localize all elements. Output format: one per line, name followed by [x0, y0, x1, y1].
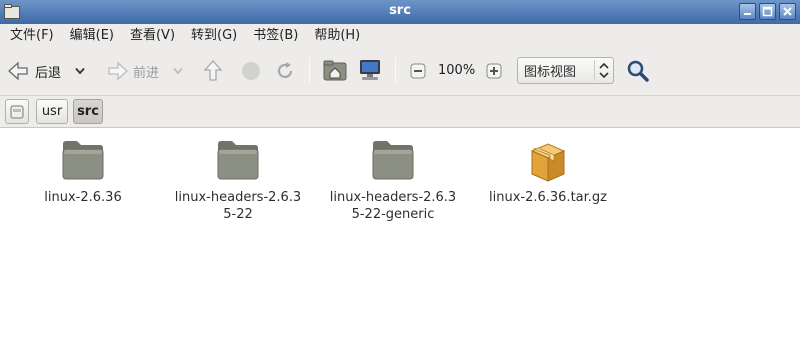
menu-view[interactable]: 查看(V)	[122, 24, 183, 47]
stop-icon	[242, 62, 260, 80]
up-button[interactable]	[202, 59, 224, 83]
edit-location-icon	[10, 105, 24, 118]
file-name: linux-headers-2.6.35-22	[174, 190, 302, 222]
menu-bar: 文件(F) 编辑(E) 查看(V) 转到(G) 书签(B) 帮助(H)	[0, 24, 800, 47]
zoom-out-button[interactable]	[410, 63, 426, 79]
maximize-icon	[762, 6, 773, 17]
archive-box-icon	[530, 143, 566, 182]
title-bar[interactable]: src	[0, 0, 800, 24]
stop-button[interactable]	[240, 60, 262, 82]
reload-icon	[277, 62, 293, 79]
breadcrumb-usr[interactable]: usr	[36, 99, 68, 124]
back-history-chevron-icon[interactable]	[75, 67, 85, 75]
zoom-in-button[interactable]	[486, 63, 502, 79]
reload-button[interactable]	[274, 60, 296, 82]
spin-arrows-icon	[599, 62, 609, 79]
folder-icon	[217, 141, 259, 180]
search-icon	[627, 60, 649, 82]
folder-icon	[62, 141, 104, 180]
close-icon	[783, 7, 792, 16]
path-bar: usr src	[0, 96, 800, 128]
zoom-out-icon	[410, 63, 426, 79]
menu-bookmarks[interactable]: 书签(B)	[245, 24, 306, 47]
window-title: src	[389, 3, 411, 18]
view-mode-value: 图标视图	[524, 65, 577, 80]
forward-button[interactable]: 前进	[106, 60, 183, 82]
minimize-button[interactable]	[739, 3, 756, 20]
file-item-folder[interactable]: linux-headers-2.6.35-22	[168, 137, 308, 223]
forward-arrow-icon	[108, 61, 128, 81]
zoom-level: 100%	[438, 63, 476, 78]
forward-history-chevron-icon[interactable]	[173, 67, 183, 75]
breadcrumb-src[interactable]: src	[73, 99, 103, 124]
computer-icon	[360, 60, 380, 80]
menu-file[interactable]: 文件(F)	[2, 24, 62, 47]
back-button[interactable]: 后退	[6, 60, 85, 82]
back-label: 后退	[35, 65, 62, 81]
file-name: linux-headers-2.6.35-22-generic	[329, 190, 457, 222]
folder-icon	[372, 141, 414, 180]
zoom-in-icon	[486, 63, 502, 79]
view-mode-select[interactable]: 图标视图	[517, 57, 614, 84]
home-button[interactable]	[323, 59, 347, 81]
forward-label: 前进	[133, 65, 160, 81]
file-view[interactable]: linux-2.6.36 linux-headers-2.6.35-22 lin…	[0, 129, 800, 340]
toolbar: 后退 前进 100% 图标视图	[0, 47, 800, 96]
file-item-folder[interactable]: linux-headers-2.6.35-22-generic	[323, 137, 463, 223]
back-arrow-icon	[8, 61, 28, 81]
home-folder-icon	[323, 60, 347, 81]
menu-edit[interactable]: 编辑(E)	[62, 24, 122, 47]
search-button[interactable]	[626, 59, 650, 83]
minimize-icon	[744, 13, 751, 15]
file-name: linux-2.6.36.tar.gz	[489, 190, 607, 205]
up-arrow-icon	[203, 60, 223, 81]
file-name: linux-2.6.36	[44, 190, 122, 205]
maximize-button[interactable]	[759, 3, 776, 20]
file-item-folder[interactable]: linux-2.6.36	[13, 137, 153, 206]
menu-go[interactable]: 转到(G)	[183, 24, 245, 47]
close-button[interactable]	[779, 3, 796, 20]
computer-button[interactable]	[358, 58, 382, 82]
toggle-location-button[interactable]	[5, 99, 29, 124]
menu-help[interactable]: 帮助(H)	[306, 24, 368, 47]
file-item-archive[interactable]: linux-2.6.36.tar.gz	[478, 137, 618, 206]
